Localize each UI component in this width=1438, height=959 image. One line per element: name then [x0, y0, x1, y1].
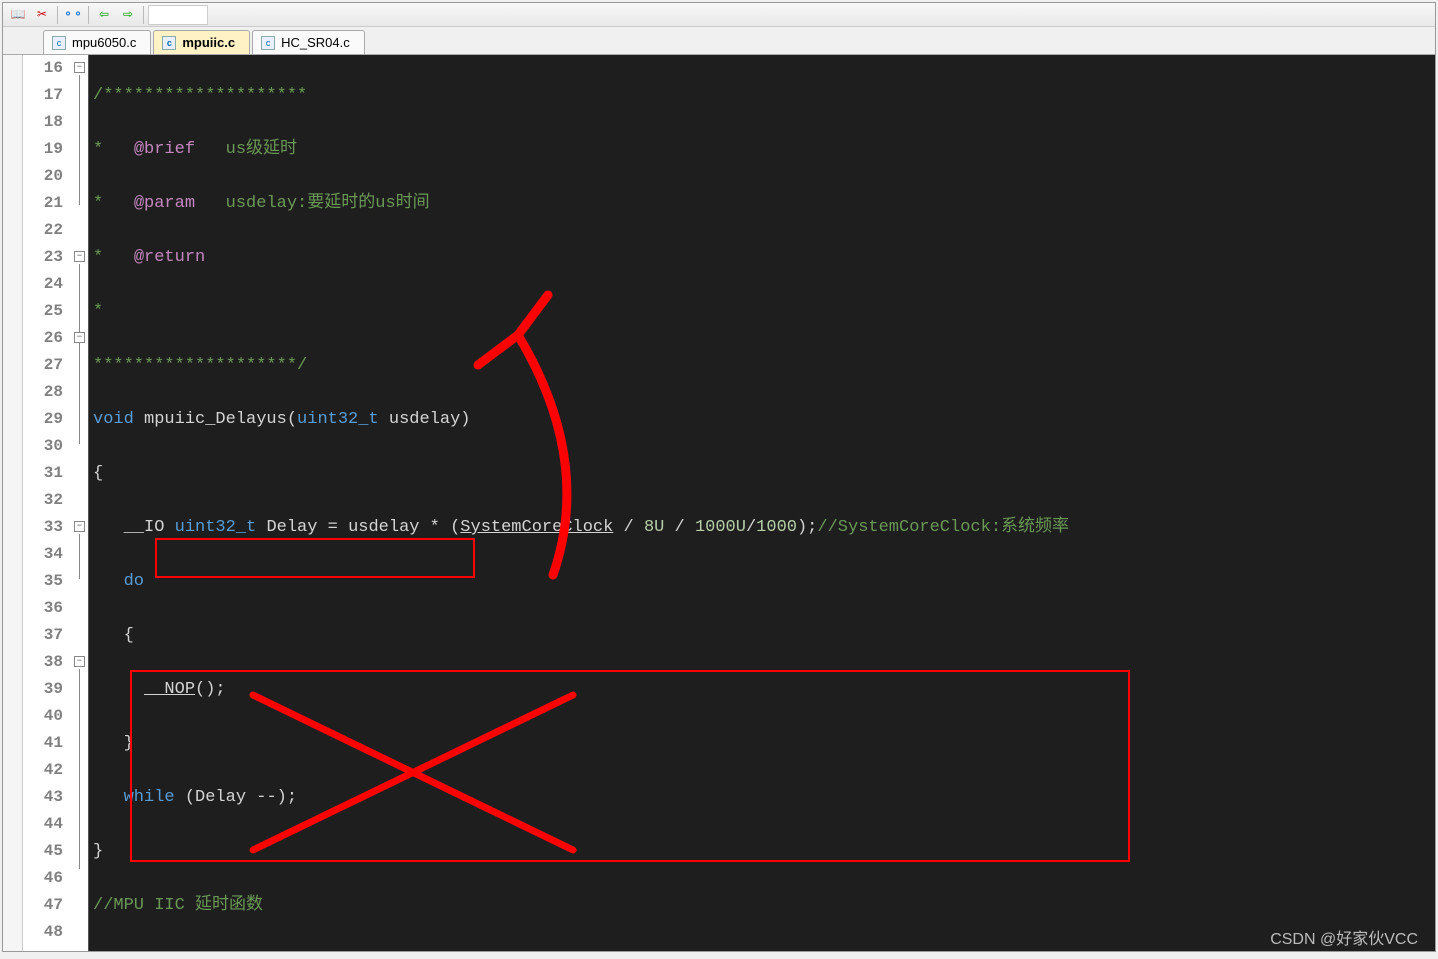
code-text: { [93, 464, 103, 483]
code-text: / [664, 518, 695, 537]
fold-line [79, 534, 80, 579]
fold-toggle[interactable]: − [74, 332, 85, 343]
watermark: CSDN @好家伙VCC [1270, 925, 1418, 949]
spacer-icon[interactable] [148, 5, 208, 25]
editor[interactable]: 1617181920212223242526272829303132333435… [3, 55, 1435, 951]
comment: //SystemCoreClock:系统频率 [817, 518, 1069, 537]
doc-tag: @brief [134, 140, 195, 159]
code-text: Delay = usdelay * ( [256, 518, 460, 537]
separator [143, 6, 144, 24]
code-text: usdelay:要延时的us时间 [195, 194, 430, 213]
editor-window: 📖 ✂ ⚬⚬ ⇦ ⇨ c mpu6050.c c mpuiic.c c HC_S… [2, 2, 1436, 952]
code-text: usdelay) [379, 410, 471, 429]
code-text: (Delay --); [175, 788, 297, 807]
fold-line [79, 75, 80, 205]
code-text: __IO [93, 518, 175, 537]
comment: //MPU IIC 延时函数 [93, 896, 263, 915]
code-text: / [746, 518, 756, 537]
code-text: { [93, 626, 134, 645]
fold-toggle[interactable]: − [74, 62, 85, 73]
tab-label: HC_SR04.c [281, 35, 350, 50]
arrow-right-icon[interactable]: ⇨ [117, 5, 139, 25]
number: 1000U [695, 518, 746, 537]
file-icon: c [261, 36, 275, 50]
type: uint32_t [297, 410, 379, 429]
number: 8U [644, 518, 664, 537]
code-text [93, 788, 124, 807]
number: 1000 [756, 518, 797, 537]
code-text: us级延时 [195, 140, 297, 159]
keyword: do [93, 572, 144, 591]
code-text: * [93, 194, 134, 213]
code-text: (); [195, 680, 226, 699]
code-text: ); [797, 518, 817, 537]
fold-line [79, 669, 80, 869]
keyword: while [124, 788, 175, 807]
code-area[interactable]: /******************** * @brief us级延时 * @… [89, 55, 1435, 951]
code-text [93, 680, 144, 699]
code-text: * [93, 302, 103, 321]
fold-toggle[interactable]: − [74, 521, 85, 532]
arrow-left-icon[interactable]: ⇦ [93, 5, 115, 25]
tab-label: mpuiic.c [182, 35, 235, 50]
code-text: * [93, 140, 134, 159]
book-icon[interactable]: 📖 [7, 5, 29, 25]
identifier: SystemCoreClock [460, 518, 613, 537]
macro: __NOP [144, 680, 195, 699]
margin [3, 55, 23, 951]
fold-line [79, 264, 80, 444]
tab-mpu6050[interactable]: c mpu6050.c [43, 30, 151, 54]
code-text: MPU_IIC_Delay( [134, 950, 287, 951]
code-text: / [613, 518, 644, 537]
separator [57, 6, 58, 24]
file-icon: c [52, 36, 66, 50]
keyword: void [93, 410, 134, 429]
code-text: } [93, 734, 134, 753]
toolbar: 📖 ✂ ⚬⚬ ⇦ ⇨ [3, 3, 1435, 27]
code-text: ********************/ [93, 356, 307, 375]
doc-tag: @return [134, 248, 205, 267]
fold-toggle[interactable]: − [74, 251, 85, 262]
tab-label: mpu6050.c [72, 35, 136, 50]
file-icon: c [162, 36, 176, 50]
keyword: void [93, 950, 134, 951]
code-text: mpuiic_Delayus( [134, 410, 297, 429]
code-text: } [93, 842, 103, 861]
code-text: * [93, 248, 134, 267]
keyword: void [287, 950, 328, 951]
separator [88, 6, 89, 24]
tab-hcsr04[interactable]: c HC_SR04.c [252, 30, 365, 54]
doc-tag: @param [134, 194, 195, 213]
code-text: /******************** [93, 86, 307, 105]
tab-bar: c mpu6050.c c mpuiic.c c HC_SR04.c [3, 27, 1435, 55]
line-numbers: 1617181920212223242526272829303132333435… [23, 55, 71, 951]
tab-mpuiic[interactable]: c mpuiic.c [153, 30, 250, 54]
fold-column: − − − − − − [71, 55, 89, 951]
fold-toggle[interactable]: − [74, 656, 85, 667]
scissors-icon[interactable]: ✂ [31, 5, 53, 25]
network-icon[interactable]: ⚬⚬ [62, 5, 84, 25]
code-text: ) [328, 950, 338, 951]
type: uint32_t [175, 518, 257, 537]
